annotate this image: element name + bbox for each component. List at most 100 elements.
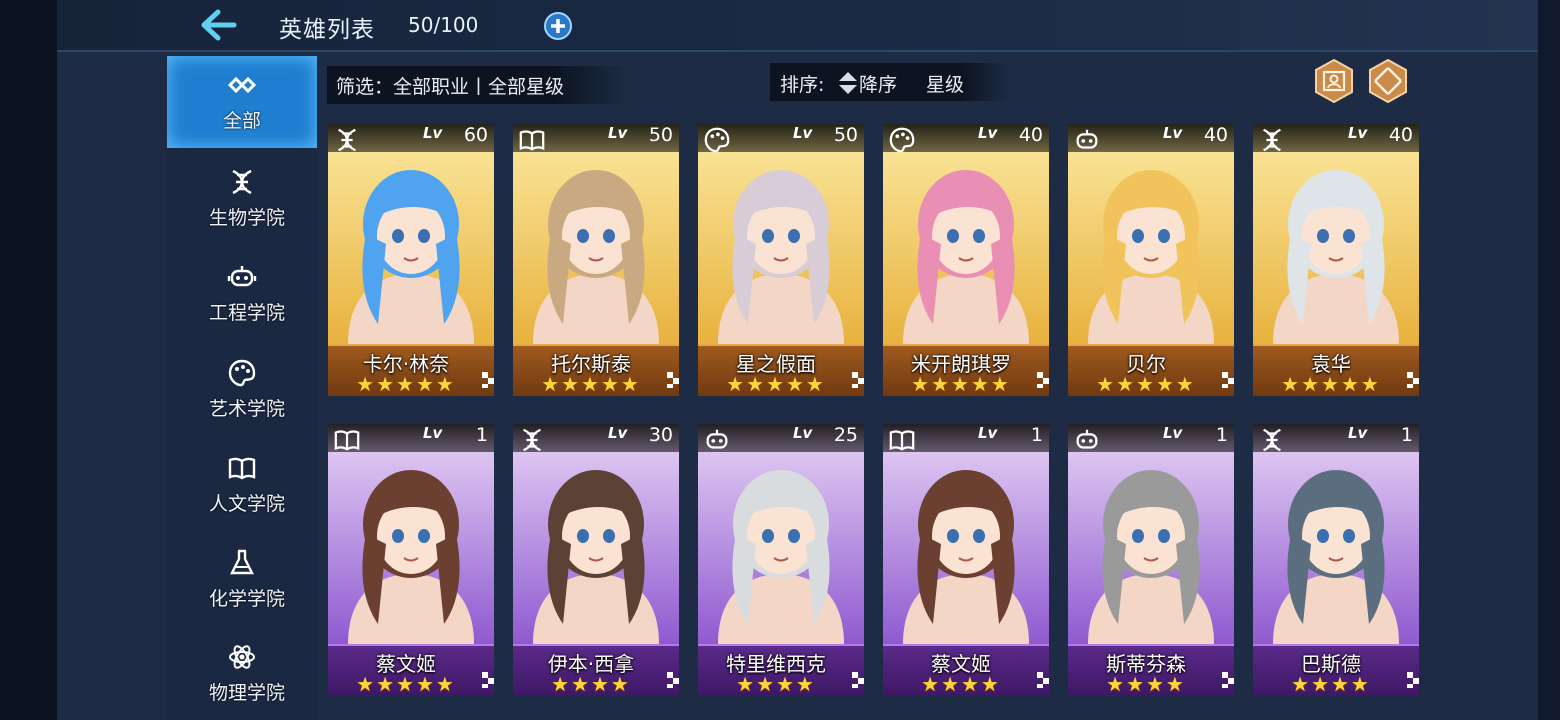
sidebar-item-label: 生物学院 — [208, 207, 285, 229]
level-prefix: Lv — [608, 424, 628, 442]
hero-card[interactable]: Lv 1 巴斯德 ★★★★ — [1253, 424, 1419, 696]
filter-dropdown[interactable]: 筛选：全部职业丨全部星级 — [327, 66, 630, 104]
infinity-icon — [227, 76, 257, 94]
name-plate: 米开朗琪罗 ★★★★★ — [883, 344, 1049, 396]
hero-card[interactable]: Lv 30 伊本·西拿 ★★★★ — [513, 424, 679, 696]
hero-card[interactable]: Lv 50 星之假面 ★★★★★ — [698, 124, 864, 396]
robot-icon — [706, 429, 728, 449]
hero-portrait — [1068, 424, 1234, 644]
star-rating: ★★★★ — [1106, 672, 1186, 696]
sidebar-item-label: 全部 — [222, 110, 261, 132]
sidebar-item-label: 工程学院 — [208, 302, 285, 324]
dna-icon — [1263, 428, 1281, 452]
hero-card[interactable]: Lv 1 蔡文姬 ★★★★ — [883, 424, 1049, 696]
level-prefix: Lv — [608, 124, 628, 142]
sort-bar: 排序: 降序 星级 — [770, 63, 1010, 101]
dna-icon — [232, 169, 252, 195]
name-plate: 伊本·西拿 ★★★★ — [513, 644, 679, 696]
corner-marker-icon — [482, 672, 494, 688]
sidebar-item-label: 化学学院 — [208, 588, 285, 610]
hero-card[interactable]: Lv 25 特里维西克 ★★★★ — [698, 424, 864, 696]
dna-icon — [338, 128, 356, 152]
level-prefix: Lv — [1348, 124, 1368, 142]
hero-level: 50 — [833, 124, 858, 146]
name-plate: 蔡文姬 ★★★★★ — [328, 644, 494, 696]
hero-level: 40 — [1203, 124, 1228, 146]
corner-marker-icon — [852, 672, 864, 688]
hero-count: 50/100 — [408, 13, 479, 37]
palette-icon — [228, 359, 256, 387]
profile-card-icon[interactable] — [1312, 59, 1356, 103]
level-prefix: Lv — [423, 424, 443, 442]
palette-icon — [889, 127, 915, 153]
robot-icon — [1076, 129, 1098, 149]
star-rating: ★★★★★ — [356, 372, 456, 396]
corner-marker-icon — [482, 372, 494, 388]
filter-text: 筛选：全部职业丨全部星级 — [336, 76, 565, 98]
hero-portrait — [1068, 124, 1234, 344]
collapse-view-icon[interactable] — [1366, 59, 1410, 103]
book-icon — [228, 457, 256, 480]
name-plate: 巴斯德 ★★★★ — [1253, 644, 1419, 696]
sidebar-item-biology[interactable]: 生物学院 — [167, 153, 317, 245]
hero-card[interactable]: Lv 60 卡尔·林奈 ★★★★★ — [328, 124, 494, 396]
flask-icon — [230, 549, 254, 575]
hero-level: 40 — [1018, 124, 1043, 146]
sidebar-item-humanities[interactable]: 人文学院 — [167, 439, 317, 531]
sort-order-toggle-icon[interactable] — [837, 70, 859, 96]
sidebar-item-label: 艺术学院 — [208, 398, 285, 420]
level-prefix: Lv — [1348, 424, 1368, 442]
hero-level: 25 — [833, 424, 858, 446]
hero-card[interactable]: Lv 1 斯蒂芬森 ★★★★ — [1068, 424, 1234, 696]
star-rating: ★★★★★ — [726, 372, 826, 396]
hero-level: 1 — [1215, 424, 1228, 446]
sort-order-button[interactable]: 降序 — [859, 70, 897, 97]
corner-marker-icon — [1407, 372, 1419, 388]
corner-marker-icon — [1222, 372, 1234, 388]
corner-marker-icon — [852, 372, 864, 388]
sidebar-item-all[interactable]: 全部 — [167, 56, 317, 148]
sort-label: 排序: — [780, 74, 825, 96]
star-rating: ★★★★★ — [1096, 372, 1196, 396]
sidebar-item-engineering[interactable]: 工程学院 — [167, 248, 317, 340]
sidebar-item-label: 物理学院 — [208, 682, 285, 704]
name-plate: 袁华 ★★★★★ — [1253, 344, 1419, 396]
level-prefix: Lv — [978, 124, 998, 142]
hero-portrait — [1253, 424, 1419, 644]
level-prefix: Lv — [423, 124, 443, 142]
book-icon — [889, 430, 915, 451]
book-icon — [334, 430, 360, 451]
level-prefix: Lv — [1163, 124, 1183, 142]
corner-marker-icon — [1407, 672, 1419, 688]
hero-portrait — [328, 124, 494, 344]
name-plate: 贝尔 ★★★★★ — [1068, 344, 1234, 396]
name-plate: 特里维西克 ★★★★ — [698, 644, 864, 696]
name-plate: 星之假面 ★★★★★ — [698, 344, 864, 396]
hero-level: 30 — [648, 424, 673, 446]
name-plate: 托尔斯泰 ★★★★★ — [513, 344, 679, 396]
add-slot-button[interactable] — [543, 11, 573, 41]
hero-portrait — [883, 124, 1049, 344]
sidebar-item-art[interactable]: 艺术学院 — [167, 344, 317, 436]
star-rating: ★★★★★ — [911, 372, 1011, 396]
robot-icon — [1076, 429, 1098, 449]
star-rating: ★★★★★ — [541, 372, 641, 396]
sidebar-item-physics[interactable]: 物理学院 — [167, 628, 317, 720]
hero-card[interactable]: Lv 40 袁华 ★★★★★ — [1253, 124, 1419, 396]
name-plate: 卡尔·林奈 ★★★★★ — [328, 344, 494, 396]
back-arrow-icon[interactable] — [198, 6, 238, 44]
hero-level: 60 — [463, 124, 488, 146]
dna-icon — [523, 428, 541, 452]
book-icon — [519, 130, 545, 151]
sort-key-button[interactable]: 星级 — [926, 70, 964, 97]
hero-level: 1 — [1030, 424, 1043, 446]
star-rating: ★★★★★ — [1281, 372, 1381, 396]
star-rating: ★★★★ — [921, 672, 1001, 696]
corner-marker-icon — [667, 672, 679, 688]
hero-card[interactable]: Lv 50 托尔斯泰 ★★★★★ — [513, 124, 679, 396]
hero-card[interactable]: Lv 40 米开朗琪罗 ★★★★★ — [883, 124, 1049, 396]
sidebar-item-label: 人文学院 — [208, 493, 285, 515]
hero-card[interactable]: Lv 1 蔡文姬 ★★★★★ — [328, 424, 494, 696]
sidebar-item-chemistry[interactable]: 化学学院 — [167, 534, 317, 626]
hero-card[interactable]: Lv 40 贝尔 ★★★★★ — [1068, 124, 1234, 396]
